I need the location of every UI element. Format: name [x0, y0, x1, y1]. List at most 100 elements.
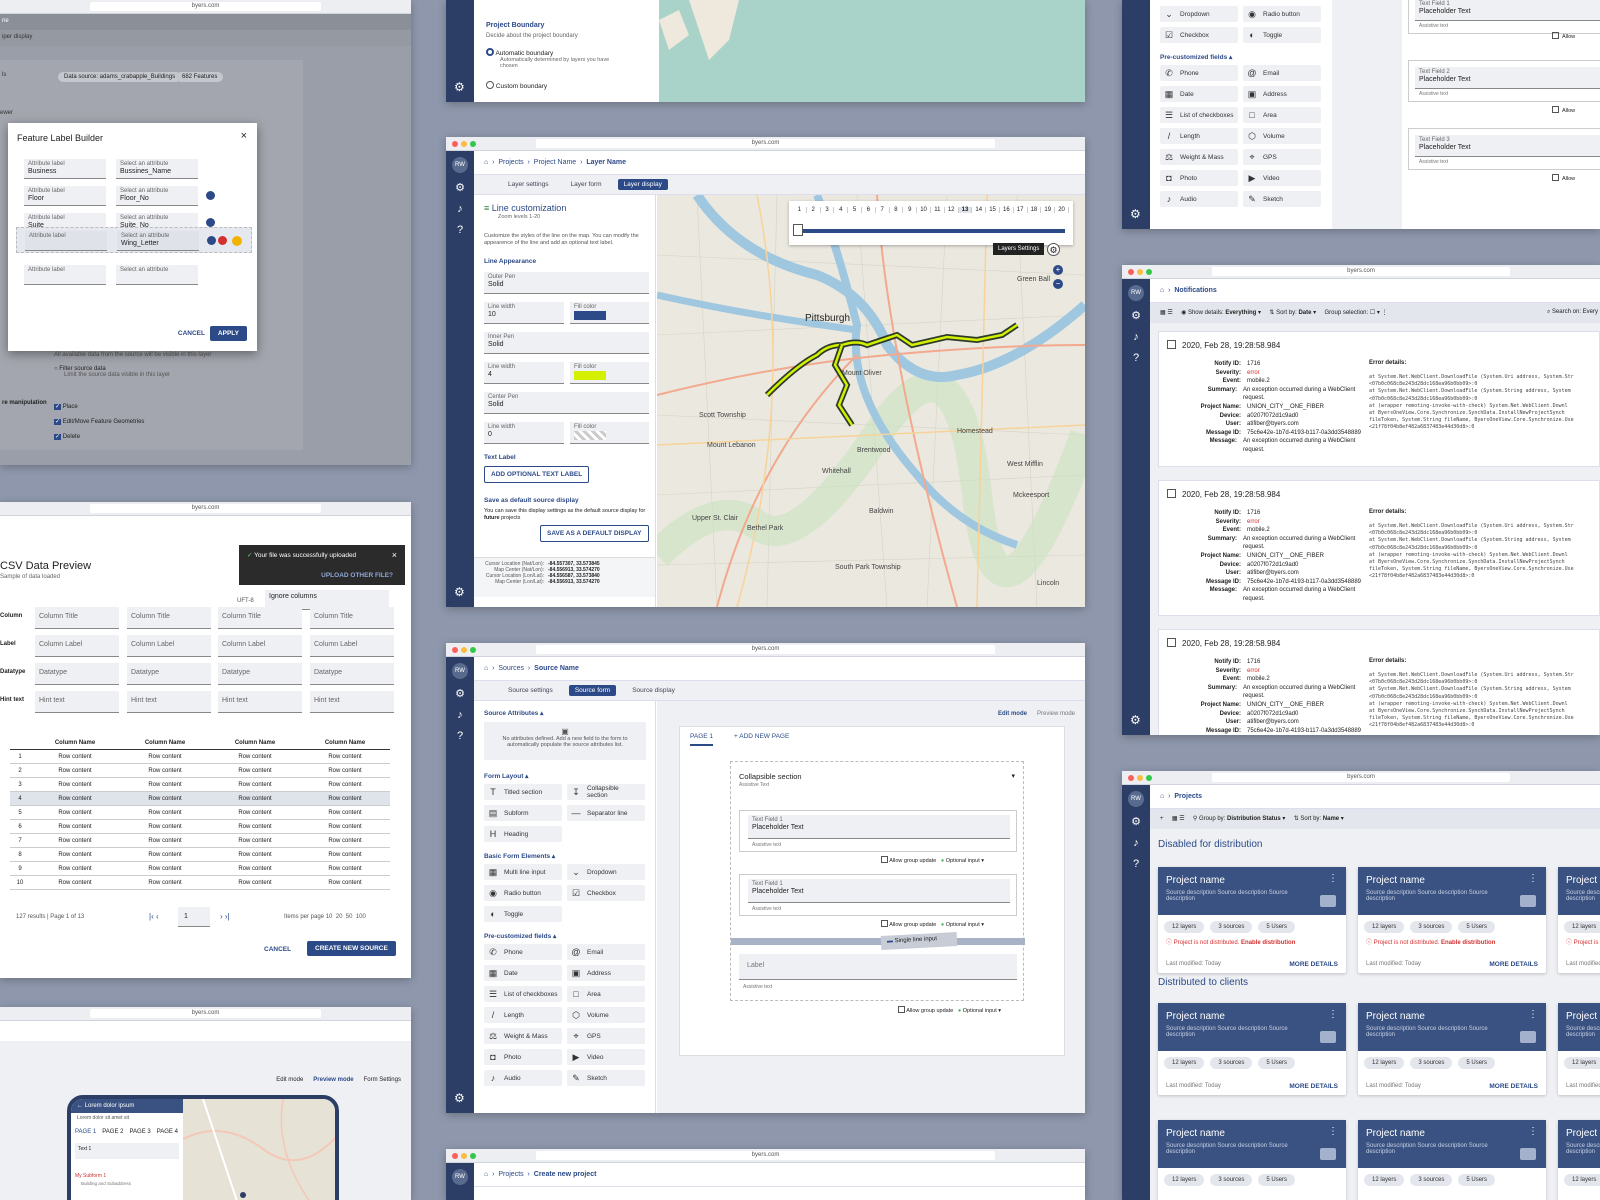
notification-card[interactable]: 2020, Feb 28, 19:28:58.984 Notify ID: 1716…	[1158, 480, 1600, 616]
preview-mode-link[interactable]: Preview mode	[1037, 711, 1075, 717]
zoom-step[interactable]: 9	[903, 207, 918, 213]
more-icon[interactable]: ⋮	[1328, 1009, 1338, 1020]
palette-item[interactable]: □ Area	[567, 986, 645, 1002]
filter-source-option[interactable]: ○ Filter source data Limit the source dat…	[54, 366, 170, 378]
zoom-step[interactable]: 6	[862, 207, 876, 213]
attr-label-field[interactable]: Attribute label Business	[24, 159, 106, 179]
text-field[interactable]: Text Field 1 Placeholder Text	[1415, 0, 1600, 21]
more-details-button[interactable]: MORE DETAILS	[1289, 961, 1338, 968]
gear-icon[interactable]: ⚙	[454, 1091, 465, 1105]
column-setting-field[interactable]: Column Title	[127, 607, 211, 629]
home-icon[interactable]: ⌂	[484, 665, 488, 672]
bell-icon[interactable]: ♪	[454, 203, 466, 215]
palette-item[interactable]: / Length	[1160, 128, 1238, 144]
page-tab[interactable]: PAGE 1	[690, 733, 714, 746]
palette-item[interactable]: ◉ Radio button	[484, 885, 562, 901]
column-setting-field[interactable]: Column Label	[35, 635, 119, 657]
column-setting-field[interactable]: Hint text	[310, 691, 394, 713]
more-icon[interactable]: ⋮	[1328, 1126, 1338, 1137]
url-bar[interactable]: byers.com	[1212, 267, 1510, 276]
attr-select[interactable]: Select an attribute Wing_Letter	[117, 231, 199, 251]
sort-filter[interactable]: ⇅ Sort by: Date ▾	[1269, 310, 1316, 316]
avatar[interactable]: RW	[1128, 285, 1144, 301]
page-input[interactable]: 1	[178, 907, 210, 927]
attr-select[interactable]: Select an attribute	[116, 265, 198, 285]
section-title[interactable]: Distributed to clients	[1158, 977, 1248, 988]
column-setting-field[interactable]: Column Label	[310, 635, 394, 657]
per-page-opt[interactable]: 50	[346, 914, 353, 920]
palette-item[interactable]: ▦ Date	[1160, 86, 1238, 102]
project-card[interactable]: Project name Source description Source de…	[1558, 1003, 1600, 1095]
column-setting-field[interactable]: Column Label	[218, 635, 302, 657]
palette-item[interactable]: @ Email	[1243, 65, 1321, 81]
checkbox-icon[interactable]	[881, 920, 888, 927]
avatar[interactable]: RW	[452, 663, 468, 679]
text-field[interactable]: Text Field 3 Placeholder Text	[1415, 135, 1600, 157]
settings-icon[interactable]: ⚙	[1130, 310, 1142, 322]
url-bar[interactable]: byers.com	[536, 1151, 995, 1160]
tab-source-display[interactable]: Source display	[626, 685, 681, 696]
layers-icon[interactable]: ⚙	[1047, 243, 1060, 256]
more-icon[interactable]: ⋮	[1328, 873, 1338, 884]
line-width-2[interactable]: Line width 4	[484, 362, 564, 384]
pager-first-icon[interactable]: |‹ ‹	[149, 912, 159, 921]
column-setting-field[interactable]: Hint text	[218, 691, 302, 713]
zoom-step[interactable]: 2	[807, 207, 821, 213]
column-setting-field[interactable]: Datatype	[310, 663, 394, 685]
collapsible-section[interactable]: Collapsible section ▾ Assistive Text Tex…	[730, 761, 1025, 1001]
close-icon[interactable]: ×	[241, 130, 247, 142]
help-icon[interactable]: ?	[454, 730, 466, 742]
crumb-item[interactable]: Projects	[498, 1171, 523, 1178]
allow-row[interactable]: Allow	[1552, 106, 1575, 114]
toggle-dot-icon[interactable]: ●	[941, 858, 944, 864]
phone-subform-item[interactable]: My Subform 1	[75, 1173, 106, 1179]
view-toggle-icon[interactable]: ▦ ☰	[1172, 816, 1185, 822]
text-field-1[interactable]: Text Field 1 Placeholder Text	[748, 815, 1010, 839]
column-setting-field[interactable]: Column Title	[310, 607, 394, 629]
center-pen-select[interactable]: Center Pen Solid	[484, 392, 649, 414]
column-setting-field[interactable]: Hint text	[127, 691, 211, 713]
zoom-step[interactable]: 4	[834, 207, 849, 213]
boundary-map[interactable]	[659, 0, 1085, 102]
bell-icon[interactable]: ♪	[1130, 331, 1142, 343]
palette-item[interactable]: ◉ Radio button	[1243, 6, 1321, 22]
palette-item[interactable]: ☑ Checkbox	[567, 885, 645, 901]
palette-item[interactable]: ▤ Subform	[484, 805, 562, 821]
group-update-row[interactable]: Allow group update ● Optional input ▾	[898, 1006, 1001, 1014]
more-details-button[interactable]: MORE DETAILS	[1489, 961, 1538, 968]
project-card[interactable]: Project name Source description Source de…	[1358, 867, 1546, 973]
text-field-block[interactable]: Text Field 1 Placeholder Text Assistive te…	[1408, 0, 1600, 34]
zoom-step[interactable]: 7	[876, 207, 890, 213]
table-row[interactable]: 9 Row content Row content Row content Row co…	[10, 862, 390, 876]
project-card[interactable]: Project name Source description Source de…	[1558, 1120, 1600, 1200]
palette-item[interactable]: @ Email	[567, 944, 645, 960]
palette-item[interactable]: ⌖ GPS	[1243, 149, 1321, 165]
more-details-button[interactable]: MORE DETAILS	[1289, 1083, 1338, 1090]
tab-layer-form[interactable]: Layer form	[564, 179, 607, 190]
window-buttons[interactable]	[452, 141, 476, 147]
search-box[interactable]: ⌕ Search on: Every	[1547, 309, 1598, 316]
section-title[interactable]: Disabled for distribution	[1158, 839, 1263, 850]
crumb-item[interactable]: Projects	[498, 159, 523, 166]
map-area[interactable]: Pittsburgh Scott Township Mount Lebanon Whi…	[657, 195, 1085, 607]
preview-mode-link[interactable]: Preview mode	[313, 1077, 353, 1083]
phone-text-field[interactable]: Text 1	[75, 1143, 179, 1159]
palette-item[interactable]: ⚖ Weight & Mass	[1160, 149, 1238, 165]
dragging-row[interactable]: Attribute label Select an attribute Wing_…	[16, 227, 252, 253]
avatar[interactable]: RW	[1128, 791, 1144, 807]
apply-button[interactable]: APPLY	[209, 326, 247, 341]
palette-item[interactable]: ☰ List of checkboxes	[1160, 107, 1238, 123]
crumb-item[interactable]: Project Name	[534, 159, 576, 166]
palette-item[interactable]: ✎ Sketch	[1243, 191, 1321, 207]
inner-pen-select[interactable]: Inner Pen Solid	[484, 332, 649, 354]
gear-icon[interactable]: ⚙	[1130, 207, 1141, 221]
palette-item[interactable]: ◘ Photo	[484, 1049, 562, 1065]
notification-date[interactable]: 2020, Feb 28, 19:28:58.984	[1167, 340, 1280, 350]
delete-row-icon[interactable]	[218, 236, 227, 245]
zoom-step[interactable]: 20	[1055, 207, 1069, 213]
attr-label-field[interactable]: Attribute label	[25, 231, 107, 251]
palette-item[interactable]: ⚖ Weight & Mass	[484, 1028, 562, 1044]
remove-row-icon[interactable]	[207, 236, 216, 245]
url-bar[interactable]: byers.com	[90, 504, 321, 513]
zoom-step[interactable]: 13	[958, 207, 973, 213]
